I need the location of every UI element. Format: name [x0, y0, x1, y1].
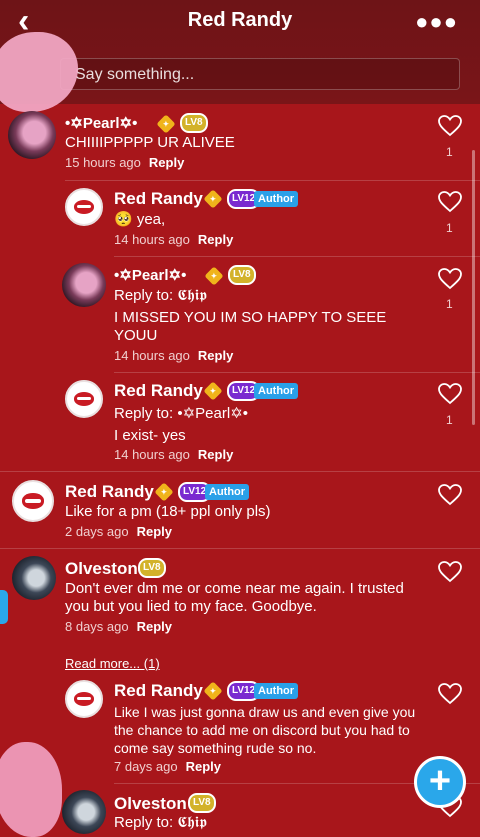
page-title: Red Randy: [187, 9, 293, 31]
crown-icon: ✦: [203, 681, 223, 701]
comment-author[interactable]: Olveston: [65, 559, 138, 579]
comment-text: Don't ever dm me or come near me again. …: [65, 580, 404, 615]
divider: [0, 548, 480, 549]
crown-icon: ✦: [154, 482, 174, 502]
heart-icon[interactable]: [438, 191, 462, 213]
comment-text: 🥺 yea,: [114, 211, 166, 228]
level-badge: LV8: [228, 265, 256, 285]
timestamp: 2 days ago: [65, 524, 129, 539]
comment-author[interactable]: Red Randy: [114, 189, 203, 209]
comment-author[interactable]: •✡Pearl✡•: [114, 266, 186, 284]
avatar[interactable]: [62, 263, 106, 307]
avatar[interactable]: [12, 556, 56, 600]
avatar[interactable]: [65, 188, 103, 226]
comment-author[interactable]: •✡Pearl✡•: [65, 114, 137, 132]
more-dots-icon[interactable]: ●●●: [415, 9, 458, 35]
like-count: 1: [446, 145, 453, 159]
level-badge: LV8: [180, 113, 208, 133]
heart-icon[interactable]: [438, 683, 462, 705]
author-badge: Author: [254, 683, 299, 699]
timestamp: 14 hours ago: [114, 348, 190, 363]
reply-button[interactable]: Reply: [137, 619, 172, 634]
timestamp: 8 days ago: [65, 619, 129, 634]
timestamp: 14 hours ago: [114, 447, 190, 462]
divider: [114, 372, 480, 373]
timestamp: 15 hours ago: [65, 155, 141, 170]
heart-icon[interactable]: [438, 484, 462, 506]
comment-meta: 15 hours ago Reply: [65, 155, 184, 170]
avatar[interactable]: [62, 790, 106, 834]
comment-text: CHIIIIPPPPP UR ALIVEE: [65, 134, 235, 151]
comment-input[interactable]: Say something...: [60, 58, 460, 90]
crown-icon: ✦: [203, 189, 223, 209]
avatar[interactable]: [65, 680, 103, 718]
like-count: 1: [446, 221, 453, 235]
level-badge: LV8: [188, 793, 216, 813]
comment-meta: 2 days ago Reply: [65, 524, 172, 539]
side-panel-handle[interactable]: [0, 590, 8, 624]
comment-text: Like for a pm (18+ ppl only pls): [65, 503, 271, 520]
author-badge: Author: [254, 383, 299, 399]
crown-icon: ✦: [204, 266, 224, 286]
comment-meta: 8 days ago Reply: [65, 619, 172, 634]
reply-to-label: Reply to: 𝕮𝖍𝖎𝖕: [114, 814, 208, 831]
plus-icon[interactable]: +: [414, 756, 466, 808]
read-more-link[interactable]: Read more... (1): [65, 656, 160, 671]
heart-icon[interactable]: [438, 268, 462, 290]
divider: [114, 256, 480, 257]
divider: [65, 180, 480, 181]
divider: [0, 471, 480, 472]
comment-author[interactable]: Red Randy: [114, 681, 203, 701]
heart-icon[interactable]: [438, 383, 462, 405]
reply-button[interactable]: Reply: [149, 155, 184, 170]
comment-text: I exist- yes: [114, 427, 186, 444]
reply-button[interactable]: Reply: [186, 759, 221, 774]
avatar[interactable]: [65, 380, 103, 418]
comment-meta: 7 days ago Reply: [114, 759, 221, 774]
author-badge: Author: [205, 484, 250, 500]
avatar[interactable]: [12, 480, 54, 522]
comment-author[interactable]: Red Randy: [65, 482, 154, 502]
reply-button[interactable]: Reply: [198, 447, 233, 462]
reply-button[interactable]: Reply: [137, 524, 172, 539]
comment-author[interactable]: Red Randy: [114, 381, 203, 401]
heart-icon[interactable]: [438, 561, 462, 583]
comment-meta: 14 hours ago Reply: [114, 348, 233, 363]
like-count: 1: [446, 297, 453, 311]
crown-icon: ✦: [156, 114, 176, 134]
author-badge: Author: [254, 191, 299, 207]
timestamp: 7 days ago: [114, 759, 178, 774]
crown-icon: ✦: [203, 381, 223, 401]
reply-button[interactable]: Reply: [198, 232, 233, 247]
scrollbar[interactable]: [472, 150, 475, 425]
reply-to-label: Reply to: 𝕮𝖍𝖎𝖕: [114, 287, 208, 304]
comment-meta: 14 hours ago Reply: [114, 232, 233, 247]
timestamp: 14 hours ago: [114, 232, 190, 247]
comment-author[interactable]: Olveston: [114, 794, 187, 814]
avatar[interactable]: [8, 111, 56, 159]
like-count: 1: [446, 413, 453, 427]
scribble-overlay: [0, 742, 62, 837]
heart-icon[interactable]: [438, 115, 462, 137]
level-badge: LV8: [138, 558, 166, 578]
reply-button[interactable]: Reply: [198, 348, 233, 363]
reply-to-label: Reply to: •✡Pearl✡•: [114, 405, 249, 422]
comment-meta: 14 hours ago Reply: [114, 447, 233, 462]
comment-text: Like I was just gonna draw us and even g…: [114, 704, 416, 756]
comment-text: I MISSED YOU IM SO HAPPY TO SEEE YOUU: [114, 309, 387, 344]
